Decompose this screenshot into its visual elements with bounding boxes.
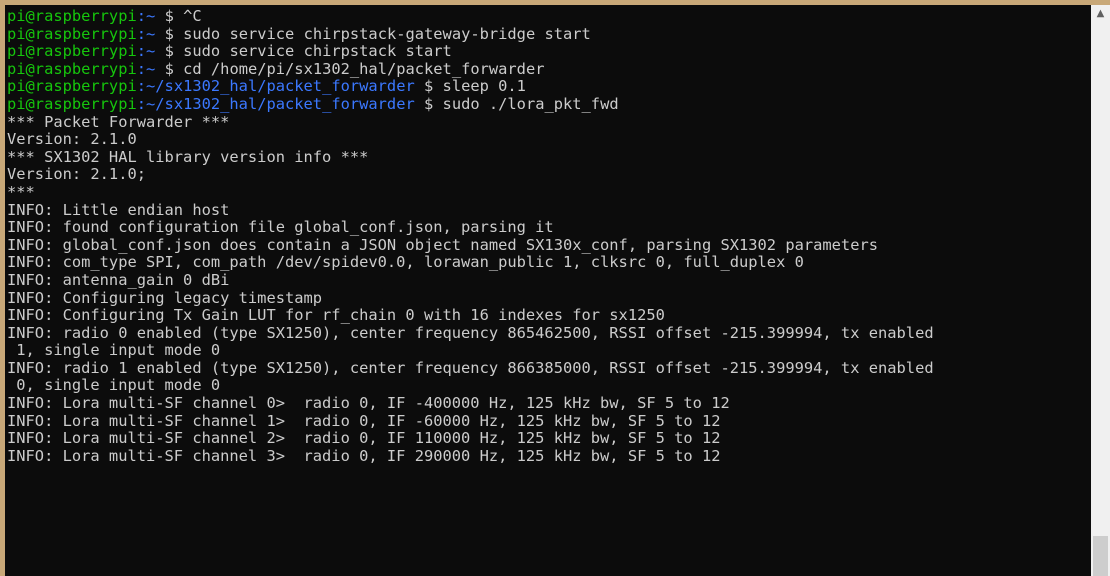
command-text: cd /home/pi/sx1302_hal/packet_forwarder bbox=[183, 59, 545, 78]
prompt-line: pi@raspberrypi:~ $ cd /home/pi/sx1302_ha… bbox=[7, 59, 545, 78]
output-line: 1, single input mode 0 bbox=[7, 341, 934, 360]
prompt-user-host: pi@raspberrypi bbox=[7, 59, 137, 78]
output-line: *** SX1302 HAL library version info *** bbox=[7, 147, 934, 167]
output-text: INFO: Configuring legacy timestamp bbox=[7, 288, 323, 307]
output-text: INFO: Little endian host bbox=[7, 200, 230, 219]
prompt-line: pi@raspberrypi:~/sx1302_hal/packet_forwa… bbox=[7, 77, 526, 96]
output-text: INFO: com_type SPI, com_path /dev/spidev… bbox=[7, 253, 804, 272]
output-text: *** Packet Forwarder *** bbox=[7, 112, 230, 131]
prompt-path: ~/sx1302_hal/packet_forwarder bbox=[146, 77, 415, 96]
output-text: INFO: antenna_gain 0 dBi bbox=[7, 270, 230, 289]
output-line: INFO: Little endian host bbox=[7, 200, 934, 220]
prompt-user-host: pi@raspberrypi bbox=[7, 94, 137, 113]
prompt-user-host: pi@raspberrypi bbox=[7, 24, 137, 43]
prompt-line: pi@raspberrypi:~/sx1302_hal/packet_forwa… bbox=[7, 94, 619, 113]
output-text: INFO: Lora multi-SF channel 0> radio 0, … bbox=[7, 394, 730, 413]
output-line: INFO: Configuring legacy timestamp bbox=[7, 288, 934, 308]
output-text: 0, single input mode 0 bbox=[7, 376, 221, 395]
output-line: INFO: Configuring Tx Gain LUT for rf_cha… bbox=[7, 306, 934, 325]
vertical-scrollbar[interactable]: ▲ bbox=[1091, 5, 1110, 576]
output-text: INFO: Lora multi-SF channel 2> radio 0, … bbox=[7, 429, 721, 448]
output-text: INFO: found configuration file global_co… bbox=[7, 218, 554, 237]
output-line: INFO: global_conf.json does contain a JS… bbox=[7, 235, 934, 255]
output-line: INFO: com_type SPI, com_path /dev/spidev… bbox=[7, 254, 934, 272]
prompt-line: pi@raspberrypi:~ $ sudo service chirpsta… bbox=[7, 24, 591, 43]
prompt-user-host: pi@raspberrypi bbox=[7, 77, 137, 96]
prompt-line: pi@raspberrypi:~ $ sudo service chirpsta… bbox=[7, 42, 452, 61]
output-line: INFO: found configuration file global_co… bbox=[7, 218, 934, 237]
prompt-path: ~/sx1302_hal/packet_forwarder bbox=[146, 94, 415, 113]
output-line: INFO: antenna_gain 0 dBi bbox=[7, 270, 934, 290]
output-text: 1, single input mode 0 bbox=[7, 341, 221, 360]
output-text: *** SX1302 HAL library version info *** bbox=[7, 147, 369, 166]
command-text: sudo service chirpstack-gateway-bridge s… bbox=[183, 24, 591, 43]
command-text: sleep 0.1 bbox=[442, 77, 526, 96]
output-line: INFO: radio 1 enabled (type SX1250), cen… bbox=[7, 358, 934, 378]
output-text: Version: 2.1.0 bbox=[7, 130, 137, 149]
output-line: INFO: Lora multi-SF channel 2> radio 0, … bbox=[7, 429, 934, 448]
output-text: INFO: radio 0 enabled (type SX1250), cen… bbox=[7, 323, 934, 342]
scrollbar-thumb[interactable] bbox=[1093, 536, 1108, 576]
command-text: sudo ./lora_pkt_fwd bbox=[442, 94, 619, 113]
output-text: INFO: Lora multi-SF channel 1> radio 0, … bbox=[7, 411, 721, 430]
output-text: Version: 2.1.0; bbox=[7, 165, 146, 184]
prompt-path: ~ bbox=[146, 7, 156, 25]
terminal-lines: pi@raspberrypi:~ $ ^C pi@raspberrypi:~ $ … bbox=[7, 7, 934, 466]
command-text: sudo service chirpstack start bbox=[183, 42, 452, 61]
output-text: *** bbox=[7, 182, 35, 201]
prompt-line: pi@raspberrypi:~ $ ^C bbox=[7, 7, 202, 25]
output-text: INFO: global_conf.json does contain a JS… bbox=[7, 235, 878, 254]
prompt-user-host: pi@raspberrypi bbox=[7, 7, 137, 25]
output-line: INFO: Lora multi-SF channel 1> radio 0, … bbox=[7, 411, 934, 431]
output-line: *** Packet Forwarder *** bbox=[7, 112, 934, 132]
chevron-up-icon[interactable]: ▲ bbox=[1091, 5, 1110, 22]
output-line: Version: 2.1.0 bbox=[7, 130, 934, 149]
output-line: INFO: radio 0 enabled (type SX1250), cen… bbox=[7, 323, 934, 343]
prompt-user-host: pi@raspberrypi bbox=[7, 42, 137, 61]
output-line: INFO: Lora multi-SF channel 0> radio 0, … bbox=[7, 394, 934, 413]
prompt-path: ~ bbox=[146, 59, 156, 78]
output-line: Version: 2.1.0; bbox=[7, 166, 934, 184]
prompt-path: ~ bbox=[146, 42, 156, 61]
command-text: ^C bbox=[183, 7, 202, 25]
output-text: INFO: Lora multi-SF channel 3> radio 0, … bbox=[7, 446, 721, 465]
terminal-output-area[interactable]: pi@raspberrypi:~ $ ^C pi@raspberrypi:~ $ … bbox=[5, 5, 1091, 576]
output-line: 0, single input mode 0 bbox=[7, 377, 934, 395]
prompt-path: ~ bbox=[146, 24, 156, 43]
output-text: INFO: Configuring Tx Gain LUT for rf_cha… bbox=[7, 306, 665, 325]
output-text: INFO: radio 1 enabled (type SX1250), cen… bbox=[7, 358, 934, 377]
terminal-window: pi@raspberrypi:~ $ ^C pi@raspberrypi:~ $ … bbox=[0, 0, 1110, 576]
output-line: INFO: Lora multi-SF channel 3> radio 0, … bbox=[7, 446, 934, 466]
output-line: *** bbox=[7, 182, 934, 202]
